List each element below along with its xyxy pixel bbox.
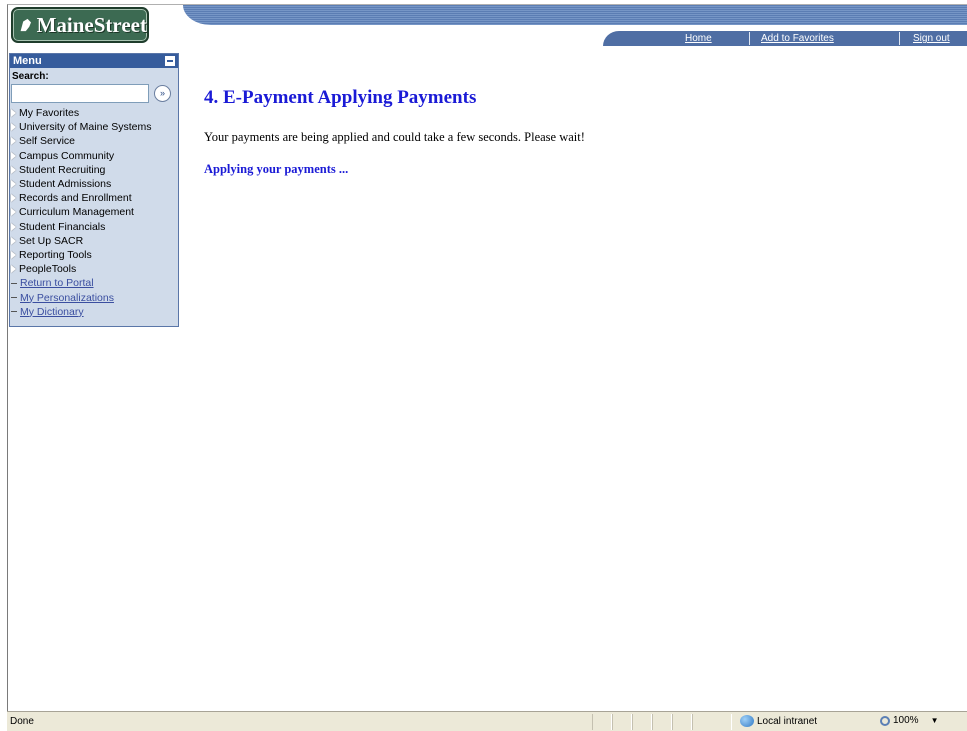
menu-item-label: Campus Community	[19, 149, 115, 162]
status-pane	[592, 714, 612, 730]
menu-item[interactable]: Set Up SACR	[10, 234, 178, 248]
menu-list: My Favorites University of Maine Systems S…	[10, 103, 178, 319]
status-pane	[632, 714, 652, 730]
status-text: Done	[10, 716, 34, 727]
menu-item-label: Student Recruiting	[19, 163, 106, 176]
folder-arrow-icon	[11, 236, 16, 245]
menu-item-label: Student Admissions	[19, 178, 112, 191]
menu-item[interactable]: Return to Portal	[10, 276, 178, 290]
menu-item-label: PeopleTools	[19, 263, 77, 276]
security-zone[interactable]: Local intranet	[740, 715, 817, 727]
menu-item-label: My Personalizations	[20, 291, 114, 304]
nav-divider	[899, 32, 900, 45]
logo-text: MaineStreet	[36, 12, 147, 37]
status-pane	[612, 714, 632, 730]
search-label: Search:	[12, 71, 49, 82]
menu-item[interactable]: Self Service	[10, 134, 178, 148]
dash-icon	[11, 297, 17, 299]
menu-item-label: Self Service	[19, 135, 76, 148]
collapse-menu-icon[interactable]	[165, 56, 175, 66]
menu-item-label: My Favorites	[19, 107, 80, 120]
folder-arrow-icon	[11, 222, 16, 231]
zoom-control[interactable]: 100% ▼	[880, 715, 939, 726]
main-content: 4. E-Payment Applying Payments Your paym…	[204, 87, 944, 177]
folder-arrow-icon	[11, 137, 16, 146]
menu-search-input[interactable]	[11, 83, 149, 103]
menu-title: Menu	[13, 55, 42, 67]
menu-item-label: Return to Portal	[20, 277, 94, 290]
menu-item[interactable]: Campus Community	[10, 149, 178, 163]
menu-item[interactable]: University of Maine Systems	[10, 120, 178, 134]
zone-label: Local intranet	[757, 715, 818, 727]
browser-viewport: MaineStreet Home Add to Favorites Sign o…	[7, 4, 967, 731]
status-pane	[672, 714, 692, 730]
processing-status: Applying your payments ...	[204, 162, 349, 176]
folder-arrow-icon	[11, 250, 16, 259]
menu-item-label: Reporting Tools	[19, 248, 92, 261]
menu-item[interactable]: Student Financials	[10, 220, 178, 234]
menu-item-label: My Dictionary	[20, 305, 84, 318]
status-pane	[652, 714, 672, 730]
add-to-favorites-link[interactable]: Add to Favorites	[761, 33, 834, 44]
menu-item[interactable]: My Personalizations	[10, 290, 178, 304]
maine-state-icon	[20, 18, 31, 32]
zoom-level: 100%	[893, 715, 919, 726]
nav-divider	[749, 32, 750, 45]
menu-item-label: University of Maine Systems	[19, 121, 152, 134]
menu-item-label: Student Financials	[19, 220, 106, 233]
top-banner	[183, 5, 967, 25]
folder-arrow-icon	[11, 165, 16, 174]
menu-item[interactable]: My Dictionary	[10, 305, 178, 319]
wait-message: Your payments are being applied and coul…	[204, 130, 585, 144]
menu-pane: Menu Search: » My Favorites University of…	[9, 53, 179, 327]
status-pane	[692, 714, 732, 730]
menu-item[interactable]: My Favorites	[10, 106, 178, 120]
menu-header: Menu	[10, 54, 178, 68]
intranet-globe-icon	[740, 715, 754, 727]
top-nav-bar: Home Add to Favorites Sign out	[603, 31, 967, 46]
page-title: 4. E-Payment Applying Payments	[204, 87, 477, 108]
chevron-down-icon[interactable]: ▼	[931, 716, 939, 725]
menu-item-label: Curriculum Management	[19, 206, 134, 219]
magnifier-icon	[880, 715, 890, 726]
home-link[interactable]: Home	[685, 33, 712, 44]
search-go-icon[interactable]: »	[154, 84, 171, 102]
dash-icon	[11, 282, 17, 284]
folder-arrow-icon	[11, 265, 16, 274]
menu-item[interactable]: Student Recruiting	[10, 163, 178, 177]
menu-item[interactable]: PeopleTools	[10, 262, 178, 276]
search-row: »	[10, 83, 178, 103]
folder-arrow-icon	[11, 151, 16, 160]
menu-item[interactable]: Curriculum Management	[10, 205, 178, 219]
folder-arrow-icon	[11, 123, 16, 132]
menu-item[interactable]: Student Admissions	[10, 177, 178, 191]
folder-arrow-icon	[11, 208, 16, 217]
menu-item[interactable]: Records and Enrollment	[10, 191, 178, 205]
sign-out-link[interactable]: Sign out	[913, 33, 950, 44]
mainestreet-logo[interactable]: MaineStreet	[11, 7, 149, 43]
folder-arrow-icon	[11, 109, 16, 118]
folder-arrow-icon	[11, 180, 16, 189]
menu-item-label: Set Up SACR	[19, 234, 84, 247]
menu-item-label: Records and Enrollment	[19, 192, 132, 205]
folder-arrow-icon	[11, 194, 16, 203]
dash-icon	[11, 311, 17, 313]
browser-status-bar: Done Local intranet 100% ▼	[7, 711, 967, 731]
menu-item[interactable]: Reporting Tools	[10, 248, 178, 262]
